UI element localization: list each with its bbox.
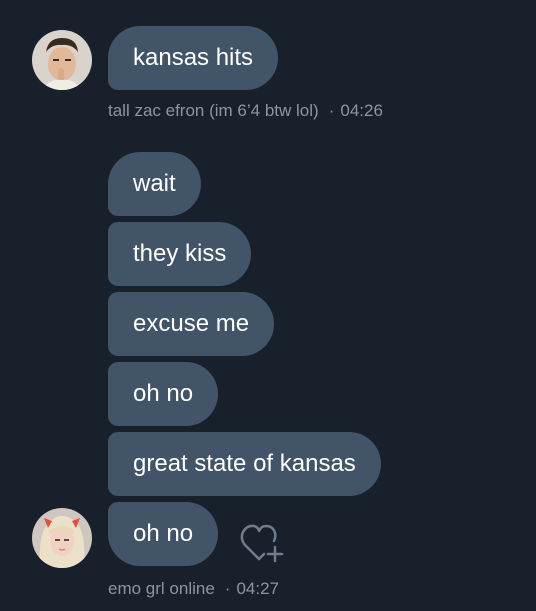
message-bubble[interactable]: wait [108, 152, 201, 216]
message-text: wait [133, 170, 176, 197]
message-meta: tall zac efron (im 6’4 btw lol) · 04:26 [108, 101, 383, 121]
meta-dot: · [328, 101, 335, 120]
message-text: excuse me [133, 310, 250, 337]
sender-name[interactable]: tall zac efron (im 6’4 btw lol) [108, 101, 319, 120]
message-bubble[interactable]: great state of kansas [108, 432, 381, 496]
message-time: 04:26 [340, 101, 383, 120]
message-text: kansas hits [133, 44, 254, 71]
avatar-sender-1[interactable] [32, 30, 92, 90]
message-meta: emo grl online · 04:27 [108, 579, 279, 599]
message-time: 04:27 [236, 579, 279, 598]
message-bubble[interactable]: oh no [108, 502, 219, 566]
message-text: they kiss [133, 240, 227, 267]
meta-dot: · [224, 579, 231, 598]
avatar-sender-2[interactable] [32, 508, 92, 568]
message-text: great state of kansas [133, 450, 356, 477]
message-bubble[interactable]: kansas hits [108, 26, 279, 90]
message-text: oh no [133, 380, 194, 407]
message-text: oh no [133, 520, 194, 547]
message-bubble[interactable]: they kiss [108, 222, 252, 286]
heart-plus-icon[interactable] [238, 521, 290, 565]
message-bubble[interactable]: oh no [108, 362, 219, 426]
sender-name[interactable]: emo grl online [108, 579, 215, 598]
message-bubble[interactable]: excuse me [108, 292, 275, 356]
